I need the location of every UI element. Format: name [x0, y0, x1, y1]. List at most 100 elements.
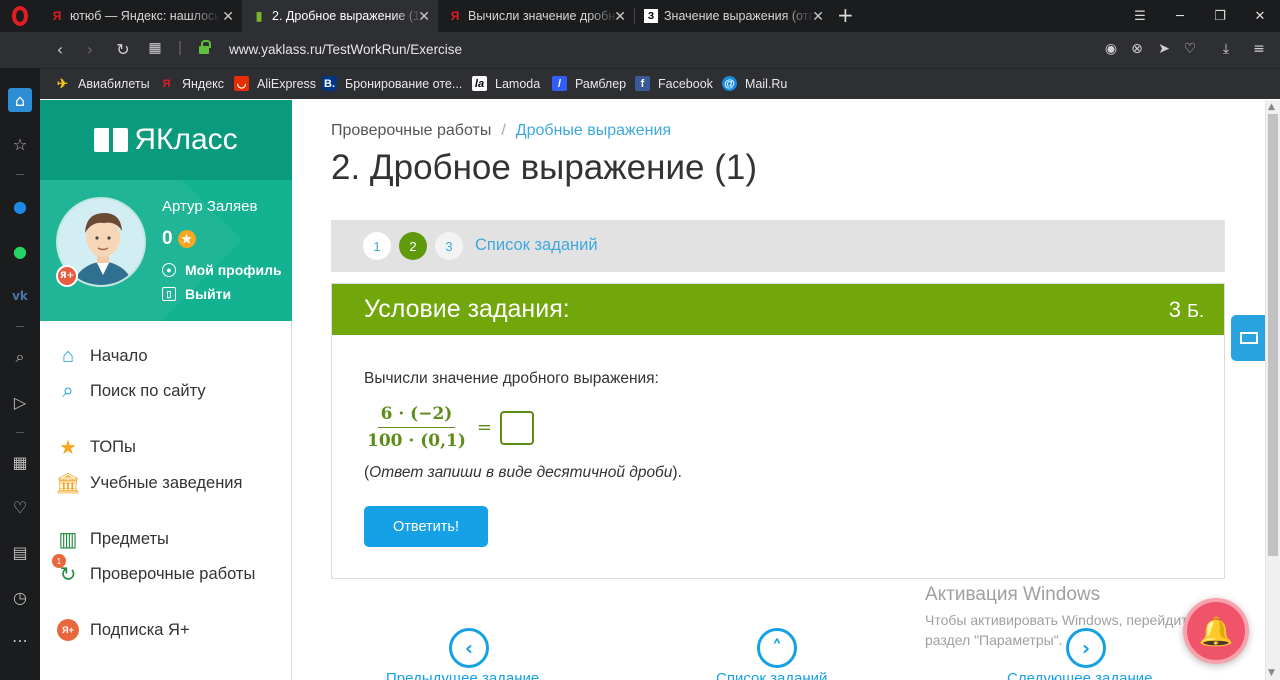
logout-link[interactable]: ▯ Выйти [162, 286, 231, 302]
grid-icon[interactable]: ▦ [8, 450, 32, 474]
history-icon[interactable]: ◷ [8, 585, 32, 609]
close-tab-icon[interactable]: ✕ [418, 8, 430, 24]
denominator: 100 · (0,1) [367, 431, 466, 451]
new-tab-button[interactable]: + [837, 3, 854, 27]
menu-item-schools[interactable]: 🏛 Учебные заведения [55, 471, 242, 495]
profile-link[interactable]: ● Мой профиль [162, 262, 282, 278]
breadcrumb-parent[interactable]: Проверочные работы [331, 122, 491, 139]
vk-icon[interactable]: vk [8, 284, 32, 308]
step-1[interactable]: 1 [363, 232, 391, 260]
send-icon[interactable]: ➤ [1155, 41, 1173, 57]
notification-bell-icon[interactable]: 🔔 [1183, 598, 1249, 664]
numerator: 6 · (−2) [377, 404, 456, 428]
close-tab-icon[interactable]: ✕ [812, 8, 824, 24]
user-panel: Я+ Артур Заляев 0 ★ ● Мой профиль ▯ Выйт… [40, 180, 292, 321]
bookmark-lamoda[interactable]: la Lamoda [472, 76, 540, 91]
yaplus-icon: Я+ [56, 618, 80, 642]
plane-icon: ✈ [57, 75, 68, 91]
secure-lock-icon [199, 40, 211, 55]
bookmark-rambler[interactable]: / Рамблер [552, 76, 626, 91]
expression: 6 · (−2) 100 · (0,1) = [364, 404, 534, 451]
step-2[interactable]: 2 [399, 232, 427, 260]
adblock-icon[interactable]: ⊗ [1128, 41, 1146, 57]
address-bar: ‹ › ↻ ▦ | www.yaklass.ru/TestWorkRun/Exe… [0, 32, 1280, 68]
camera-icon[interactable]: ◉ [1102, 41, 1120, 57]
page-scrollbar[interactable]: ▲ ▼ [1265, 100, 1280, 680]
yandex-icon: Я [52, 9, 62, 23]
bookmark-aliexpress[interactable]: ◡ AliExpress [234, 76, 316, 91]
back-button[interactable]: ‹ [50, 40, 70, 59]
user-name[interactable]: Артур Заляев [162, 198, 258, 215]
download-icon[interactable]: ⤓ [1217, 41, 1235, 57]
browser-tab[interactable]: З Значение выражения (ответ) ✕ [634, 0, 832, 32]
step-navigation: 1 2 3 Список заданий [331, 220, 1225, 272]
menu-item-subjects[interactable]: ▥ Предметы [56, 527, 169, 551]
task-card: Условие задания: 3 Б. Вычисли значение д… [331, 283, 1225, 579]
search-icon: ⌕ [62, 379, 74, 402]
search-icon[interactable]: ⌕ [8, 345, 32, 369]
heart-icon[interactable]: ♡ [8, 495, 32, 519]
bookmark-mailru[interactable]: @ Mail.Ru [722, 76, 787, 91]
restore-button[interactable]: ❐ [1200, 0, 1240, 32]
notification-badge: 1 [52, 554, 66, 568]
bookmark-facebook[interactable]: f Facebook [635, 76, 713, 91]
answer-input[interactable] [500, 410, 534, 445]
submit-button[interactable]: Ответить! [364, 506, 488, 547]
yaklass-logo[interactable]: ЯКласс [94, 123, 238, 157]
url-field[interactable]: www.yaklass.ru/TestWorkRun/Exercise [229, 42, 462, 57]
heart-icon[interactable]: ♡ [1181, 41, 1199, 57]
breadcrumb-current[interactable]: Дробные выражения [516, 122, 671, 139]
bookmark-booking[interactable]: B. Бронирование оте... [322, 76, 462, 91]
user-score: 0 ★ [162, 228, 196, 250]
step-3[interactable]: 3 [435, 232, 463, 260]
task-list-link[interactable]: Список заданий [475, 236, 598, 255]
next-task-link[interactable]: Следующее задание [1007, 670, 1152, 680]
site-header: ЯКласс [40, 100, 292, 180]
menu-item-subscription[interactable]: Я+ Подписка Я+ [56, 618, 190, 642]
browser-tab[interactable]: Я ютюб — Яндекс: нашлось ✕ [40, 0, 242, 32]
minimize-button[interactable]: ─ [1160, 0, 1200, 32]
check-icon: ↻ 1 [52, 554, 80, 586]
sidebar-divider [16, 326, 24, 327]
book-icon [94, 128, 129, 152]
settings-menu-icon[interactable]: ≡ [1250, 41, 1268, 57]
close-tab-icon[interactable]: ✕ [614, 8, 626, 24]
subscription-badge[interactable]: Я+ [56, 265, 78, 287]
browser-tab-active[interactable]: ▮ 2. Дробное выражение (1) ✕ [242, 0, 438, 32]
close-window-button[interactable]: ✕ [1240, 0, 1280, 32]
logout-icon: ▯ [162, 287, 176, 301]
more-icon[interactable]: ⋯ [8, 628, 32, 652]
opera-menu-icon[interactable] [0, 0, 40, 32]
reload-button[interactable]: ↻ [113, 40, 133, 59]
menu-item-tops[interactable]: ★ ТОПы [56, 435, 136, 459]
feedback-mail-icon[interactable] [1231, 315, 1266, 361]
task-list-arrow-icon[interactable]: ˄ [757, 628, 797, 668]
bookmarks-icon[interactable]: ☆ [8, 132, 32, 156]
browser-tab-bar: Я ютюб — Яндекс: нашлось ✕ ▮ 2. Дробное … [0, 0, 1280, 32]
task-list-bottom-link[interactable]: Список заданий [716, 670, 827, 680]
send-icon[interactable]: ▷ [8, 390, 32, 414]
facebook-icon: f [635, 76, 650, 91]
news-icon[interactable]: ▤ [8, 540, 32, 564]
tab-menu-icon[interactable]: ☰ [1120, 0, 1160, 32]
star-icon: ★ [177, 230, 196, 248]
prev-task-arrow-icon[interactable]: ‹ [449, 628, 489, 668]
menu-item-home[interactable]: ⌂ Начало [56, 344, 148, 368]
browser-tab[interactable]: Я Вычисли значение дробного ✕ [438, 0, 634, 32]
menu-item-tests[interactable]: ↻ 1 Проверочные работы [52, 554, 255, 586]
bookmark-aviabilety[interactable]: ✈ Авиабилеты [55, 76, 150, 91]
menu-item-search[interactable]: ⌕ Поиск по сайту [56, 379, 205, 403]
scroll-up-icon[interactable]: ▲ [1268, 102, 1275, 112]
prev-task-link[interactable]: Предыдущее задание [386, 670, 539, 680]
messenger-icon[interactable]: ● [8, 194, 32, 218]
whatsapp-icon[interactable]: ● [8, 239, 32, 263]
scrollbar-thumb[interactable] [1268, 114, 1278, 556]
tabs-grid-icon[interactable]: ▦ [145, 40, 165, 56]
scroll-down-icon[interactable]: ▼ [1268, 668, 1275, 678]
forward-button[interactable]: › [80, 40, 100, 59]
answer-hint: (Ответ запиши в виде десятичной дроби). [364, 464, 682, 481]
close-tab-icon[interactable]: ✕ [222, 8, 234, 24]
speed-dial-home-icon[interactable]: ⌂ [8, 88, 32, 112]
task-points: 3 Б. [1168, 297, 1204, 322]
bookmark-yandex[interactable]: Я Яндекс [159, 76, 225, 91]
